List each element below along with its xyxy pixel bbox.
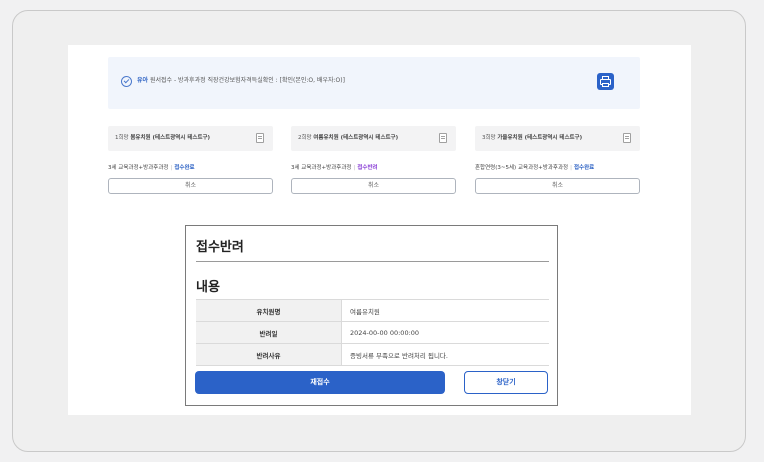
choice-header: 2희망 여름유치원 (테스트광역시 테스트구) [291, 126, 456, 151]
document-icon[interactable] [623, 133, 631, 143]
cancel-button[interactable]: 취소 [475, 178, 640, 194]
kindergarten-name: 봄유치원 (테스트광역시 테스트구) [130, 135, 211, 141]
choice-label: 3희망 가을유치원 (테스트광역시 테스트구) [482, 126, 582, 151]
document-icon[interactable] [256, 133, 264, 143]
table-row: 유치원명 여름유치원 [196, 299, 549, 322]
cancel-button[interactable]: 취소 [291, 178, 456, 194]
choice-status-line: 3세 교육과정+방과후과정 | 접수반려 [291, 165, 378, 171]
status-badge: 접수완료 [174, 165, 195, 171]
row-value: 2024-00-00 00:00:00 [341, 321, 549, 344]
row-value: 증빙서류 부족으로 반려처리 됩니다. [341, 343, 549, 366]
rejection-modal: 접수반려 내용 유치원명 여름유치원 반려일 2024-00-00 00:00:… [185, 225, 558, 406]
choice-status-line: 혼합연령(3~5세) 교육과정+방과후과정 | 접수완료 [475, 165, 595, 171]
program-name: 3세 교육과정+방과후과정 [291, 165, 352, 171]
row-label: 반려사유 [196, 343, 342, 366]
table-row: 반려일 2024-00-00 00:00:00 [196, 321, 549, 344]
choice-status-line: 3세 교육과정+방과후과정 | 접수완료 [108, 165, 195, 171]
choice-rank: 2희망 [298, 135, 312, 141]
notice-body: 원서접수 - 방과후과정 직장건강보험자격득실확인 : [확인(본인:O, 배우… [148, 77, 345, 84]
choice-card-3: 3희망 가을유치원 (테스트광역시 테스트구) 혼합연령(3~5세) 교육과정+… [475, 126, 640, 194]
modal-title: 접수반려 [196, 240, 244, 255]
status-badge: 접수반려 [357, 165, 378, 171]
modal-divider [196, 261, 549, 262]
program-name: 혼합연령(3~5세) 교육과정+방과후과정 [475, 165, 569, 171]
document-icon[interactable] [439, 133, 447, 143]
row-label: 유치원명 [196, 299, 342, 322]
row-value: 여름유치원 [341, 299, 549, 322]
row-label: 반려일 [196, 321, 342, 344]
status-badge: 접수완료 [573, 165, 595, 171]
section-title: 내용 [196, 280, 220, 295]
choice-rank: 3희망 [482, 135, 496, 141]
kindergarten-name: 가을유치원 (테스트광역시 테스트구) [497, 135, 583, 141]
choice-label: 2희망 여름유치원 (테스트광역시 테스트구) [298, 126, 398, 151]
resubmit-button[interactable]: 재접수 [195, 371, 445, 394]
application-notice: 유아 원서접수 - 방과후과정 직장건강보험자격득실확인 : [확인(본인:O,… [108, 57, 640, 109]
table-row: 반려사유 증빙서류 부족으로 반려처리 됩니다. [196, 343, 549, 366]
notice-highlight: 유아 [137, 77, 149, 84]
rejection-details-table: 유치원명 여름유치원 반려일 2024-00-00 00:00:00 반려사유 … [196, 299, 549, 366]
choice-header: 1희망 봄유치원 (테스트광역시 테스트구) [108, 126, 273, 151]
print-button[interactable] [597, 73, 614, 90]
notice-text: 유아 원서접수 - 방과후과정 직장건강보험자격득실확인 : [확인(본인:O,… [137, 75, 345, 87]
choice-card-2: 2희망 여름유치원 (테스트광역시 테스트구) 3세 교육과정+방과후과정 | 접수… [291, 126, 456, 194]
choice-label: 1희망 봄유치원 (테스트광역시 테스트구) [115, 126, 210, 151]
close-button[interactable]: 창닫기 [464, 371, 548, 394]
choice-card-1: 1희망 봄유치원 (테스트광역시 테스트구) 3세 교육과정+방과후과정 | 접수완… [108, 126, 273, 194]
kindergarten-name: 여름유치원 (테스트광역시 테스트구) [313, 135, 399, 141]
choice-rank: 1희망 [115, 135, 129, 141]
program-name: 3세 교육과정+방과후과정 [108, 165, 169, 171]
application-page: 유아 원서접수 - 방과후과정 직장건강보험자격득실확인 : [확인(본인:O,… [68, 45, 691, 415]
choice-header: 3희망 가을유치원 (테스트광역시 테스트구) [475, 126, 640, 151]
cancel-button[interactable]: 취소 [108, 178, 273, 194]
check-circle-icon [121, 76, 132, 87]
